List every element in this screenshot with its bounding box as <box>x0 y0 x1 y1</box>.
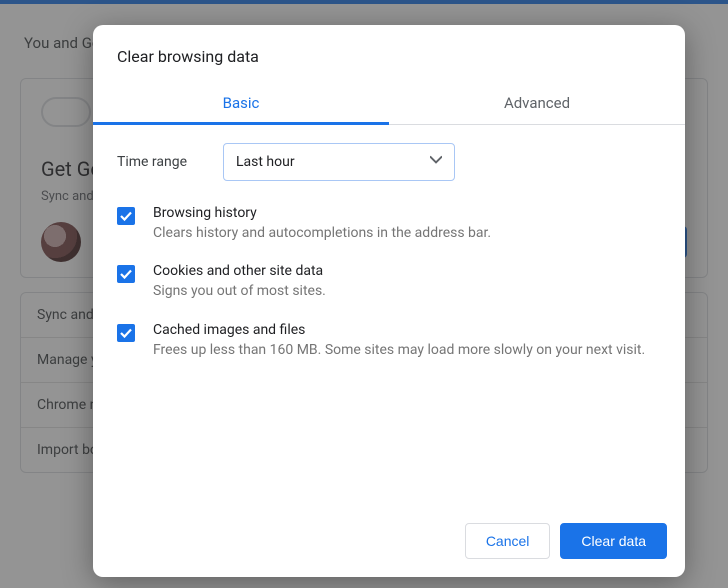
option-title: Cookies and other site data <box>153 263 326 279</box>
option-desc: Clears history and autocompletions in th… <box>153 223 491 243</box>
checkbox-cookies[interactable] <box>117 265 135 283</box>
tab-advanced[interactable]: Advanced <box>389 84 685 124</box>
chevron-down-icon <box>430 154 442 170</box>
options-list: Browsing history Clears history and auto… <box>117 205 661 360</box>
option-cookies: Cookies and other site data Signs you ou… <box>117 263 661 301</box>
time-range-row: Time range Last hour <box>117 143 661 181</box>
dialog-title: Clear browsing data <box>93 25 685 84</box>
option-title: Browsing history <box>153 205 491 221</box>
dialog-footer: Cancel Clear data <box>93 509 685 577</box>
dialog-tabs: Basic Advanced <box>93 84 685 125</box>
clear-data-button[interactable]: Clear data <box>560 523 667 559</box>
tab-basic[interactable]: Basic <box>93 84 389 124</box>
time-range-value: Last hour <box>236 154 295 170</box>
checkbox-cached[interactable] <box>117 324 135 342</box>
option-desc: Signs you out of most sites. <box>153 281 326 301</box>
time-range-select[interactable]: Last hour <box>223 143 455 181</box>
clear-browsing-data-dialog: Clear browsing data Basic Advanced Time … <box>93 25 685 577</box>
cancel-button[interactable]: Cancel <box>465 523 551 559</box>
checkbox-browsing-history[interactable] <box>117 207 135 225</box>
time-range-label: Time range <box>117 154 203 170</box>
option-cached: Cached images and files Frees up less th… <box>117 322 661 360</box>
option-title: Cached images and files <box>153 322 645 338</box>
option-desc: Frees up less than 160 MB. Some sites ma… <box>153 340 645 360</box>
option-browsing-history: Browsing history Clears history and auto… <box>117 205 661 243</box>
dialog-body: Time range Last hour Browsing history Cl… <box>93 125 685 509</box>
